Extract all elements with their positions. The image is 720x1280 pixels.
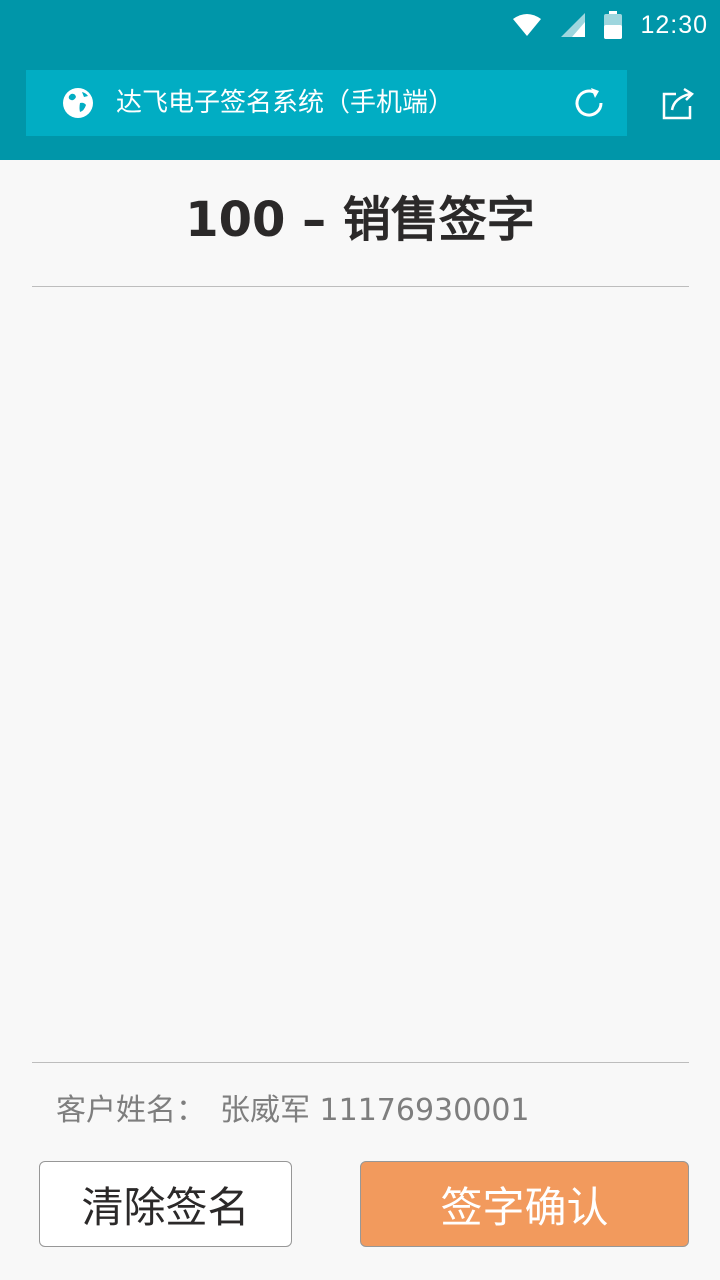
app-bar: 12:30 达飞电子签名系统（手机端） xyxy=(0,0,720,160)
wifi-icon xyxy=(513,14,542,36)
status-bar: 12:30 xyxy=(512,8,708,42)
customer-label: 客户姓名： xyxy=(56,1093,206,1128)
customer-info: 客户姓名： 张威军 11176930001 xyxy=(56,1087,530,1128)
share-icon[interactable] xyxy=(660,86,696,122)
page-title: 100 – 销售签字 xyxy=(185,192,535,248)
page-address-title: 达飞电子签名系统（手机端） xyxy=(116,88,455,118)
customer-name: 张威军 11176930001 xyxy=(220,1093,530,1128)
signature-pad[interactable] xyxy=(32,286,689,1063)
confirm-signature-button[interactable]: 签字确认 xyxy=(360,1161,689,1247)
reload-icon[interactable] xyxy=(571,85,607,121)
address-bar[interactable]: 达飞电子签名系统（手机端） xyxy=(26,70,627,136)
status-time: 12:30 xyxy=(640,10,708,39)
clear-signature-button[interactable]: 清除签名 xyxy=(39,1161,292,1247)
globe-icon xyxy=(63,88,93,118)
battery-icon xyxy=(604,11,623,39)
cellular-signal-icon xyxy=(561,13,586,37)
